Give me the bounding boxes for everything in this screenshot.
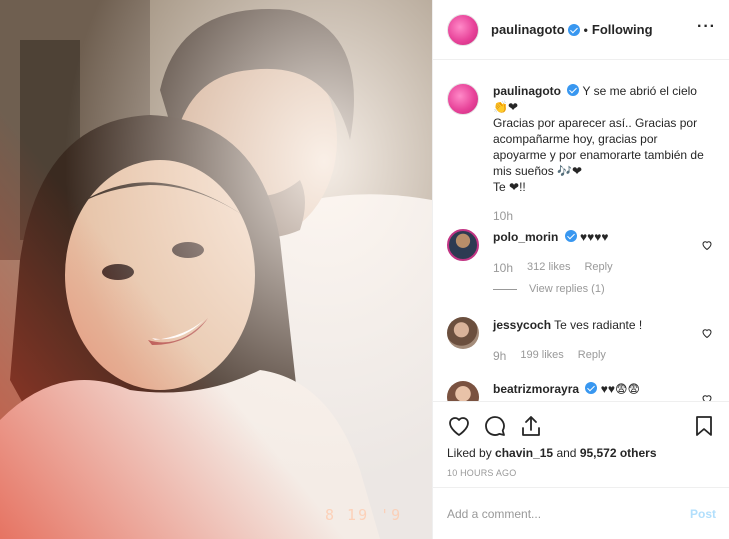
verified-badge-icon bbox=[564, 230, 577, 242]
comment-text: ♥♥♥♥ bbox=[580, 230, 609, 244]
comment-username[interactable]: jessycoch bbox=[493, 318, 551, 332]
heart-icon[interactable] bbox=[447, 414, 471, 438]
likes-prefix: Liked by bbox=[447, 446, 492, 460]
post-header: paulinagoto • Following ··· bbox=[433, 0, 729, 60]
likes-count-link[interactable]: 95,572 others bbox=[580, 446, 657, 460]
comment-like-heart-icon[interactable] bbox=[701, 239, 713, 251]
caption-username[interactable]: paulinagoto bbox=[493, 84, 561, 98]
likes-summary: Liked by chavin_15 and 95,572 others bbox=[447, 446, 657, 460]
more-options-icon[interactable]: ··· bbox=[697, 19, 716, 35]
photo-illustration bbox=[0, 0, 432, 539]
comment-meta: 9h 199 likes Reply bbox=[493, 349, 606, 363]
view-replies-label: View replies (1) bbox=[529, 283, 605, 295]
comment-like-count[interactable]: 199 likes bbox=[520, 349, 563, 363]
verified-badge-icon bbox=[585, 382, 598, 394]
replies-divider bbox=[493, 288, 517, 290]
caption-meta: 10h bbox=[493, 209, 513, 223]
comment-avatar[interactable] bbox=[447, 381, 479, 401]
post-comment-button[interactable]: Post bbox=[690, 507, 716, 521]
reply-button[interactable]: Reply bbox=[584, 261, 612, 275]
post-photo[interactable]: 8 19 '9 bbox=[0, 0, 432, 539]
add-comment-form: Post bbox=[433, 487, 729, 539]
verified-badge-icon bbox=[567, 84, 580, 96]
comment-like-count[interactable]: 312 likes bbox=[527, 261, 570, 275]
verified-badge-icon bbox=[567, 23, 580, 36]
reply-button[interactable]: Reply bbox=[578, 349, 606, 363]
comment-time[interactable]: 10h bbox=[493, 261, 513, 275]
following-button[interactable]: Following bbox=[592, 22, 653, 37]
photo-date-stamp: 8 19 '9 bbox=[325, 506, 403, 524]
header-separator: • bbox=[583, 22, 588, 37]
post-timestamp[interactable]: 10 HOURS AGO bbox=[447, 468, 516, 478]
comment-username[interactable]: beatrizmorayra bbox=[493, 382, 579, 396]
liked-by-user-link[interactable]: chavin_15 bbox=[495, 446, 553, 460]
add-comment-input[interactable] bbox=[447, 506, 690, 521]
view-replies-button[interactable]: View replies (1) bbox=[493, 283, 605, 295]
post-sidebar: paulinagoto • Following ··· paulinagoto … bbox=[432, 0, 729, 539]
comment-like-heart-icon[interactable] bbox=[701, 393, 713, 401]
comment-like-heart-icon[interactable] bbox=[701, 327, 713, 339]
post-actions: Liked by chavin_15 and 95,572 others 10 … bbox=[433, 401, 729, 487]
likes-and: and bbox=[556, 446, 577, 460]
comment-avatar[interactable] bbox=[447, 317, 479, 349]
comment-text: ♥♥😨😨 bbox=[600, 382, 641, 396]
instagram-post-modal: 8 19 '9 paulinagoto • Following ··· paul… bbox=[0, 0, 729, 539]
author-avatar[interactable] bbox=[447, 13, 479, 46]
share-icon[interactable] bbox=[519, 414, 543, 438]
comment-avatar[interactable] bbox=[447, 229, 479, 261]
comment-time[interactable]: 9h bbox=[493, 349, 506, 363]
bookmark-icon[interactable] bbox=[692, 414, 716, 438]
caption-text: Y se me abrió el cielo 👏❤ Gracias por ap… bbox=[493, 84, 704, 194]
caption-time[interactable]: 10h bbox=[493, 209, 513, 223]
comment-text: Te ves radiante ! bbox=[554, 318, 643, 332]
comment-meta: 10h 312 likes Reply bbox=[493, 261, 613, 275]
caption-avatar[interactable] bbox=[447, 83, 479, 115]
comment-username[interactable]: polo_morin bbox=[493, 230, 558, 244]
author-username[interactable]: paulinagoto bbox=[491, 22, 565, 37]
comments-list[interactable]: paulinagoto Y se me abrió el cielo 👏❤ Gr… bbox=[433, 61, 729, 401]
comment-icon[interactable] bbox=[483, 414, 507, 438]
